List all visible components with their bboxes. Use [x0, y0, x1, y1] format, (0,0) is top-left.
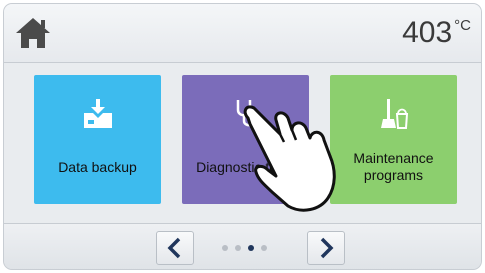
temperature-value: 403 — [402, 16, 453, 49]
data-backup-icon — [34, 97, 161, 133]
oven-display: 403 °C Data backup Diagnostic tests Main… — [4, 4, 481, 269]
page-dot — [261, 245, 267, 251]
chevron-right-icon — [320, 237, 334, 259]
data-backup-tile[interactable]: Data backup — [34, 75, 161, 204]
tile-label: Diagnostic tests — [196, 158, 295, 175]
top-bar: 403 °C — [4, 4, 481, 63]
stethoscope-icon — [182, 97, 309, 133]
page-dot — [235, 245, 241, 251]
maintenance-programs-tile[interactable]: Maintenance programs — [330, 75, 457, 204]
temperature-readout: 403 °C — [402, 18, 471, 48]
chevron-left-icon — [167, 237, 181, 259]
tile-label: Maintenance programs — [353, 150, 434, 183]
page-indicator — [222, 245, 267, 251]
page-dot — [222, 245, 228, 251]
menu-area: Data backup Diagnostic tests Maintenance… — [4, 63, 481, 223]
next-page-button[interactable] — [307, 231, 345, 265]
temperature-unit: °C — [454, 17, 471, 34]
tile-label: Data backup — [58, 158, 137, 175]
broom-bucket-icon — [330, 97, 457, 133]
home-icon[interactable] — [14, 16, 52, 50]
diagnostic-tests-tile[interactable]: Diagnostic tests — [182, 75, 309, 204]
previous-page-button[interactable] — [156, 231, 194, 265]
page-dot-active — [248, 245, 254, 251]
pager-bar — [4, 223, 481, 269]
